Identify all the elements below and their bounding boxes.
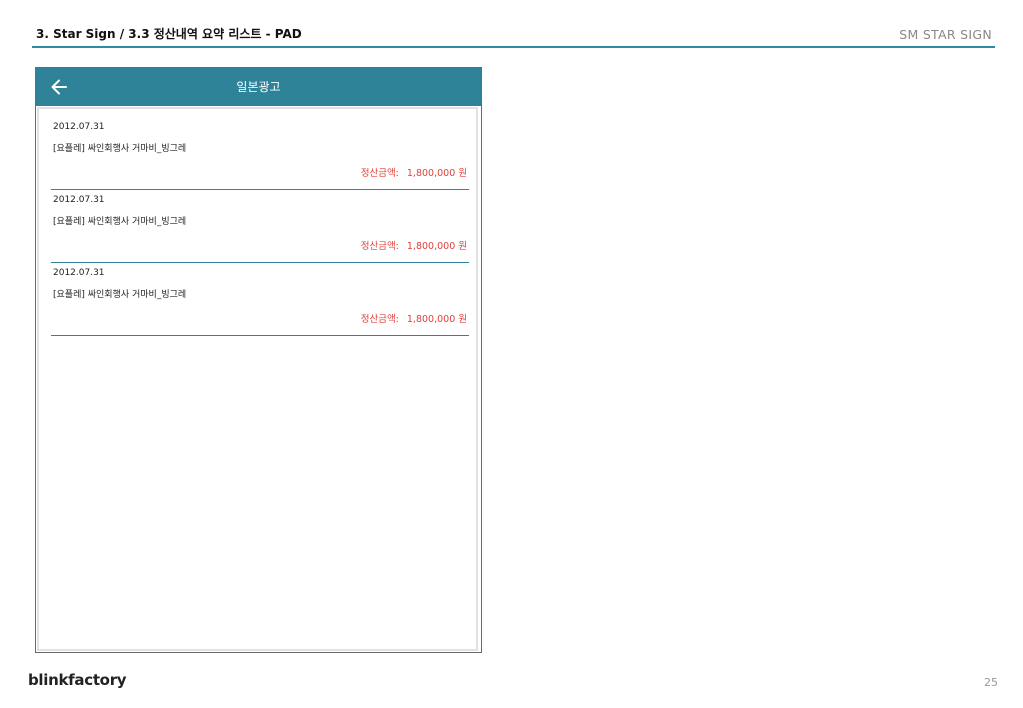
page-number: 25: [984, 676, 998, 689]
item-name: [요플레] 싸인회행사 거마비_빙그레: [53, 217, 187, 227]
amount-value: 1,800,000 원: [406, 241, 467, 252]
amount-value: 1,800,000 원: [406, 314, 467, 325]
item-amount: 정산금액: 1,800,000 원: [361, 165, 467, 179]
footer-logo: blinkfactory: [28, 671, 127, 689]
item-date: 2012.07.31: [53, 195, 105, 205]
item-name: [요플레] 싸인회행사 거마비_빙그레: [53, 144, 187, 154]
screen-title: 일본광고: [236, 80, 281, 94]
item-name: [요플레] 싸인회행사 거마비_빙그레: [53, 290, 187, 300]
app-bar: 일본광고: [36, 68, 481, 106]
amount-value: 1,800,000 원: [406, 168, 467, 179]
amount-label: 정산금액:: [360, 241, 399, 252]
amount-label: 정산금액:: [360, 168, 399, 179]
pad-screen: 일본광고 2012.07.31 [요플레] 싸인회행사 거마비_빙그레 정산금액…: [35, 67, 482, 653]
header-divider: [32, 46, 995, 48]
document-title: 3. Star Sign / 3.3 정산내역 요약 리스트 - PAD: [36, 27, 302, 41]
list-item[interactable]: 2012.07.31 [요플레] 싸인회행사 거마비_빙그레 정산금액: 1,80…: [51, 192, 469, 263]
settlement-list-panel: 2012.07.31 [요플레] 싸인회행사 거마비_빙그레 정산금액: 1,80…: [37, 107, 478, 651]
item-amount: 정산금액: 1,800,000 원: [361, 311, 467, 325]
list-item[interactable]: 2012.07.31 [요플레] 싸인회행사 거마비_빙그레 정산금액: 1,80…: [51, 119, 469, 190]
document-brand: SM STAR SIGN: [899, 27, 992, 42]
item-date: 2012.07.31: [53, 122, 105, 132]
amount-label: 정산금액:: [360, 314, 399, 325]
item-date: 2012.07.31: [53, 268, 105, 278]
settlement-list: 2012.07.31 [요플레] 싸인회행사 거마비_빙그레 정산금액: 1,80…: [51, 119, 469, 338]
list-item[interactable]: 2012.07.31 [요플레] 싸인회행사 거마비_빙그레 정산금액: 1,80…: [51, 265, 469, 336]
item-amount: 정산금액: 1,800,000 원: [361, 238, 467, 252]
